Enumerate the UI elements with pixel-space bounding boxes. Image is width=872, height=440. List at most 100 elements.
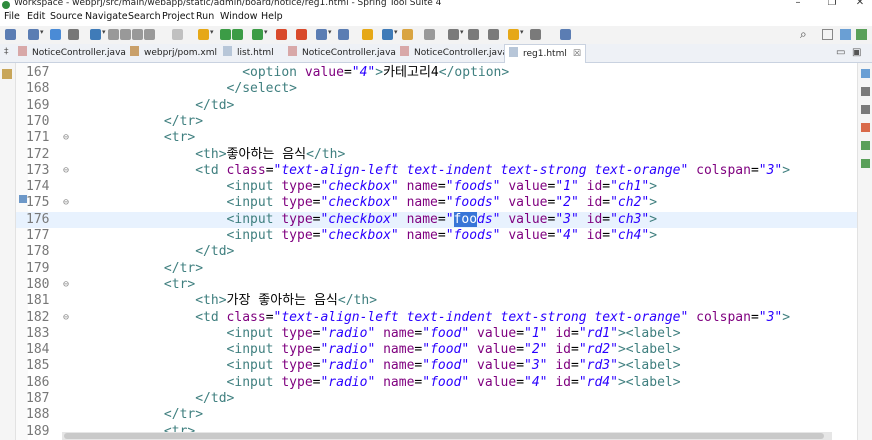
toolbar-button-icon[interactable] (402, 29, 413, 40)
toolbar-button-icon[interactable] (338, 29, 349, 40)
toolbar-button-icon[interactable] (50, 29, 61, 40)
tab-list-html[interactable]: list.html (223, 44, 274, 62)
toolbar-button-icon[interactable] (132, 28, 148, 40)
code-line[interactable]: 186 <input type="radio" name="food" valu… (16, 375, 857, 391)
code-line[interactable]: 187 </td> (16, 391, 857, 407)
tab-notice-controller-3[interactable]: NoticeController.java (400, 44, 508, 62)
line-number: 182 (26, 309, 50, 325)
code-line[interactable]: 173 ⊖ <td class="text-align-left text-ind… (16, 163, 857, 179)
close-tab-icon[interactable]: ☒ (573, 49, 581, 59)
menu-search[interactable]: Search (128, 11, 161, 22)
tab-pom-xml[interactable]: webprj/pom.xml (130, 44, 217, 62)
toolbar-button-icon[interactable] (28, 28, 44, 40)
fold-toggle-icon[interactable]: ⊖ (63, 130, 69, 146)
fold-toggle-icon[interactable]: ⊖ (63, 277, 69, 293)
tab-reg1-html[interactable]: reg1.html ☒ (504, 44, 586, 63)
code-line[interactable]: 172 <th>좋아하는 음식</th> (16, 147, 857, 163)
servers-view-icon[interactable] (861, 141, 870, 150)
toolbar-button-icon[interactable] (362, 29, 373, 40)
line-number: 175 (26, 195, 50, 211)
code-line[interactable]: 170 </tr> (16, 114, 857, 130)
menu-source[interactable]: Source (50, 11, 83, 22)
code-line[interactable]: 176 <input type="checkbox" name="foods" … (16, 211, 857, 228)
code-line[interactable]: 180 ⊖ <tr> (16, 277, 857, 293)
code-line[interactable]: 167 <option value="4">카테고리4</option> (16, 65, 857, 81)
console-view-icon[interactable] (861, 105, 870, 114)
fold-toggle-icon[interactable]: ⊖ (63, 163, 69, 179)
toolbar-button-icon[interactable] (488, 29, 499, 40)
code-line[interactable]: 169 </td> (16, 98, 857, 114)
minimize-view-icon[interactable]: ‡ (4, 47, 9, 57)
horizontal-scrollbar[interactable] (62, 432, 832, 440)
menu-window[interactable]: Window (220, 11, 257, 22)
toolbar-button-icon[interactable] (5, 29, 16, 40)
toolbar-button-icon[interactable] (252, 28, 268, 40)
toolbar-button-icon[interactable] (316, 28, 332, 40)
close-window-button[interactable]: ✕ (850, 0, 870, 8)
code-editor[interactable]: 167 <option value="4">카테고리4</option> 168 … (16, 63, 857, 440)
code-text: <input type="checkbox" name="foods" valu… (226, 195, 658, 211)
toolbar-button-icon[interactable] (296, 29, 307, 40)
code-line[interactable]: 185 <input type="radio" name="food" valu… (16, 358, 857, 374)
toolbar-button-icon[interactable] (120, 29, 131, 40)
toolbar-button-icon[interactable] (172, 29, 183, 40)
code-line[interactable]: 178 </td> (16, 244, 857, 260)
code-line[interactable]: 174 <input type="checkbox" name="foods" … (16, 179, 857, 195)
toolbar-button-icon[interactable] (144, 29, 155, 40)
line-number: 189 (26, 423, 50, 439)
code-line[interactable]: 171 ⊖ <tr> (16, 130, 857, 146)
toolbar-button-icon[interactable] (276, 29, 287, 40)
toolbar-button-icon[interactable] (198, 28, 214, 40)
editor-tab-bar: ‡ NoticeController.java webprj/pom.xml l… (0, 44, 872, 63)
toolbar-button-icon[interactable] (232, 29, 243, 40)
menu-help[interactable]: Help (261, 11, 283, 22)
java-ee-perspective-icon[interactable] (840, 29, 851, 40)
toolbar-button-icon[interactable] (560, 29, 571, 40)
toolbar-button-icon[interactable] (468, 29, 479, 40)
maximize-button[interactable]: ❐ (822, 0, 842, 8)
fold-toggle-icon[interactable]: ⊖ (63, 310, 69, 326)
outline-view-icon[interactable] (861, 69, 870, 78)
package-explorer-icon[interactable] (2, 69, 12, 79)
spring-perspective-icon[interactable] (856, 29, 867, 40)
toolbar-button-icon[interactable] (448, 28, 464, 40)
toolbar-button-icon[interactable] (108, 29, 119, 40)
boot-dashboard-icon[interactable] (861, 159, 870, 168)
search-icon[interactable]: ⌕ (800, 27, 807, 42)
toolbar-button-icon[interactable] (424, 29, 435, 40)
code-line[interactable]: 184 <input type="radio" name="food" valu… (16, 342, 857, 358)
toolbar-button-icon[interactable] (90, 28, 106, 40)
toolbar-button-icon[interactable] (530, 29, 541, 40)
fold-toggle-icon[interactable]: ⊖ (63, 195, 69, 211)
toolbar-button-icon[interactable] (382, 28, 398, 40)
problems-view-icon[interactable] (861, 123, 870, 132)
task-list-icon[interactable] (861, 87, 870, 96)
menu-run[interactable]: Run (196, 11, 214, 22)
line-number: 167 (26, 65, 50, 80)
code-line[interactable]: 181 <th>가장 좋아하는 음식</th> (16, 293, 857, 309)
minimize-button[interactable]: – (788, 0, 808, 8)
code-line[interactable]: 179 </tr> (16, 261, 857, 277)
tab-notice-controller-2[interactable]: NoticeController.java (288, 44, 396, 62)
horizontal-scroll-thumb[interactable] (64, 433, 824, 439)
code-line[interactable]: 177 <input type="checkbox" name="foods" … (16, 228, 857, 244)
menu-navigate[interactable]: Navigate (85, 11, 128, 22)
menu-edit[interactable]: Edit (27, 11, 45, 22)
code-line[interactable]: 175 ⊖ <input type="checkbox" name="foods"… (16, 195, 857, 211)
code-line[interactable]: 182 ⊖ <td class="text-align-left text-ind… (16, 310, 857, 326)
tab-notice-controller-1[interactable]: NoticeController.java (18, 44, 126, 62)
maximize-editor-icon[interactable]: ▣ (852, 47, 861, 58)
menu-file[interactable]: File (4, 11, 20, 22)
line-number: 183 (26, 325, 50, 341)
code-line[interactable]: 168 </select> (16, 81, 857, 97)
toolbar-button-icon[interactable] (220, 29, 231, 40)
open-perspective-icon[interactable] (822, 29, 833, 40)
toolbar-button-icon[interactable] (68, 29, 79, 40)
code-text: <input type="radio" name="food" value="1… (226, 325, 681, 341)
menu-project[interactable]: Project (162, 11, 195, 22)
code-line[interactable]: 188 </tr> (16, 407, 857, 423)
code-line[interactable]: 183 <input type="radio" name="food" valu… (16, 326, 857, 342)
minimize-editor-icon[interactable]: ▭ (836, 47, 845, 58)
line-number: 178 (26, 244, 50, 260)
toolbar-button-icon[interactable] (508, 28, 524, 40)
